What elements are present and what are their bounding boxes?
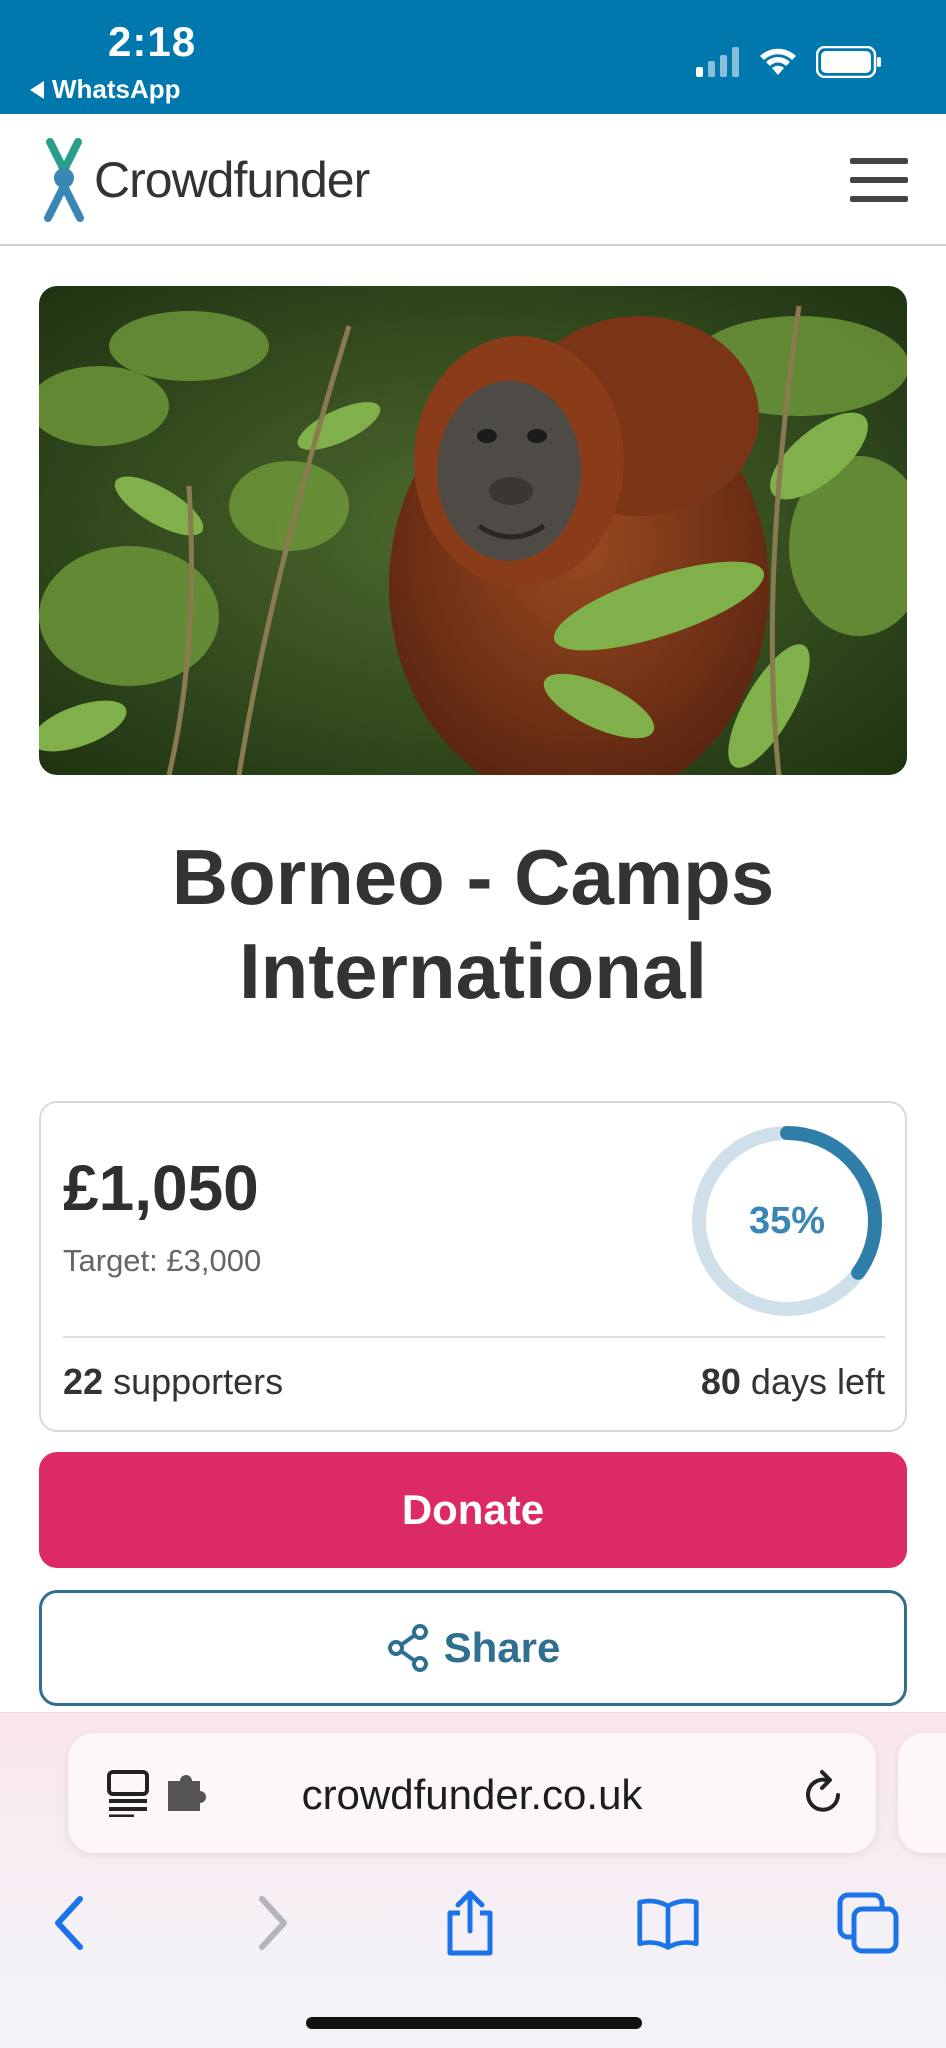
cellular-signal-icon <box>696 47 739 77</box>
status-bar: 2:18 WhatsApp <box>0 0 946 114</box>
share-button[interactable]: Share <box>39 1590 907 1706</box>
donate-button[interactable]: Donate <box>39 1452 907 1568</box>
status-icons <box>696 46 882 78</box>
status-time: 2:18 <box>108 18 197 65</box>
forward-icon[interactable] <box>240 1891 304 1955</box>
home-indicator[interactable] <box>306 2017 642 2029</box>
site-header: Crowdfunder <box>0 114 946 246</box>
browser-chrome: crowdfunder.co.uk <box>0 1712 946 2048</box>
progress-percent-label: 35% <box>748 1199 826 1242</box>
campaign-title: Borneo - Camps International <box>171 833 775 1015</box>
stats-divider <box>63 1336 885 1338</box>
back-triangle-icon <box>30 80 44 99</box>
tabs-icon[interactable] <box>836 1891 900 1955</box>
back-icon[interactable] <box>38 1891 102 1955</box>
share-label: Share <box>443 1624 561 1671</box>
address-bar[interactable]: crowdfunder.co.uk <box>68 1733 876 1853</box>
target-amount: Target: £3,000 <box>63 1243 262 1278</box>
logo-text: Crowdfunder <box>94 152 370 208</box>
supporters-label: supporters <box>113 1361 284 1402</box>
next-tab-address-bar[interactable] <box>898 1733 946 1853</box>
orangutan-photo <box>39 286 907 775</box>
reload-icon[interactable] <box>802 1769 846 1817</box>
crowdfunder-figure-icon <box>44 138 84 222</box>
share-nodes-icon <box>387 1624 428 1672</box>
funding-stats-card: £1,050 Target: £3,000 35% 22 supporters … <box>39 1101 907 1432</box>
back-to-app-link[interactable]: WhatsApp <box>30 74 181 105</box>
browser-toolbar <box>0 1871 946 1971</box>
url-text: crowdfunder.co.uk <box>301 1771 643 1818</box>
days-label: days left <box>750 1361 885 1402</box>
supporters-number: 22 <box>63 1361 104 1402</box>
crowdfunder-logo[interactable]: Crowdfunder <box>36 138 370 222</box>
amount-raised: £1,050 <box>63 1152 259 1224</box>
campaign-hero-image <box>39 286 907 775</box>
battery-icon <box>816 46 881 78</box>
days-number: 80 <box>700 1361 741 1402</box>
share-icon[interactable] <box>438 1890 502 1956</box>
bookmarks-icon[interactable] <box>636 1891 700 1955</box>
back-app-label: WhatsApp <box>52 74 181 104</box>
wifi-icon <box>760 48 796 75</box>
hamburger-menu-icon[interactable] <box>850 158 908 202</box>
days-left: 80 days left <box>701 1361 885 1403</box>
supporters-count: 22 supporters <box>63 1361 283 1403</box>
